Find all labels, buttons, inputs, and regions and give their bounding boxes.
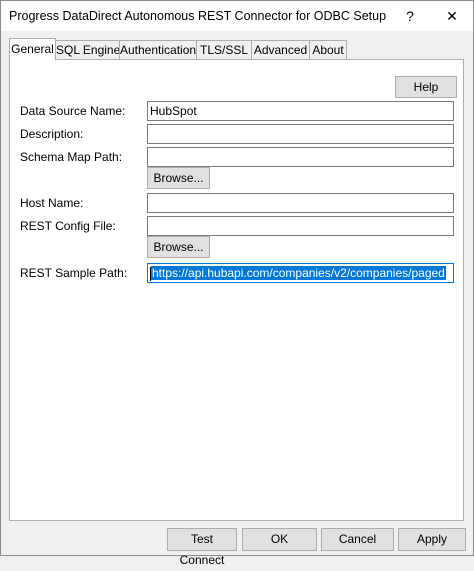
help-question-icon[interactable]: ? bbox=[393, 1, 427, 31]
schema-map-path-label: Schema Map Path: bbox=[20, 150, 123, 164]
selected-text: https://api.hubapi.com/companies/v2/comp… bbox=[151, 266, 446, 280]
general-panel: Help Data Source Name: HubSpot Descripti… bbox=[9, 59, 464, 521]
browse-schema-map-button[interactable]: Browse... bbox=[147, 167, 210, 189]
data-source-name-input[interactable]: HubSpot bbox=[147, 101, 454, 121]
close-icon[interactable]: ✕ bbox=[435, 1, 469, 31]
host-name-label: Host Name: bbox=[20, 196, 84, 210]
tab-tls-ssl[interactable]: TLS/SSL bbox=[196, 40, 252, 59]
cancel-button[interactable]: Cancel bbox=[321, 528, 394, 551]
tab-sql-engine[interactable]: SQL Engine bbox=[55, 40, 120, 59]
help-button[interactable]: Help bbox=[395, 76, 457, 98]
tab-about[interactable]: About bbox=[309, 40, 347, 59]
description-input[interactable] bbox=[147, 124, 454, 144]
rest-config-file-label: REST Config File: bbox=[20, 219, 116, 233]
apply-button[interactable]: Apply bbox=[398, 528, 466, 551]
data-source-name-label: Data Source Name: bbox=[20, 104, 126, 118]
tab-authentication[interactable]: Authentication bbox=[119, 40, 197, 59]
tab-advanced[interactable]: Advanced bbox=[251, 40, 310, 59]
tab-general[interactable]: General bbox=[9, 38, 56, 60]
browse-rest-config-button[interactable]: Browse... bbox=[147, 236, 210, 258]
host-name-input[interactable] bbox=[147, 193, 454, 213]
test-connect-button[interactable]: Test Connect bbox=[167, 528, 237, 567]
title-bar: Progress DataDirect Autonomous REST Conn… bbox=[1, 1, 473, 31]
rest-sample-path-input[interactable]: https://api.hubapi.com/companies/v2/comp… bbox=[147, 263, 454, 283]
rest-config-file-input[interactable] bbox=[147, 216, 454, 236]
rest-sample-path-label: REST Sample Path: bbox=[20, 266, 128, 280]
schema-map-path-input[interactable] bbox=[147, 147, 454, 167]
description-label: Description: bbox=[20, 127, 84, 141]
ok-button[interactable]: OK bbox=[242, 528, 317, 551]
tab-strip: General SQL Engine Authentication TLS/SS… bbox=[9, 38, 465, 60]
window-title: Progress DataDirect Autonomous REST Conn… bbox=[9, 9, 387, 23]
setup-dialog: Progress DataDirect Autonomous REST Conn… bbox=[0, 0, 474, 567]
